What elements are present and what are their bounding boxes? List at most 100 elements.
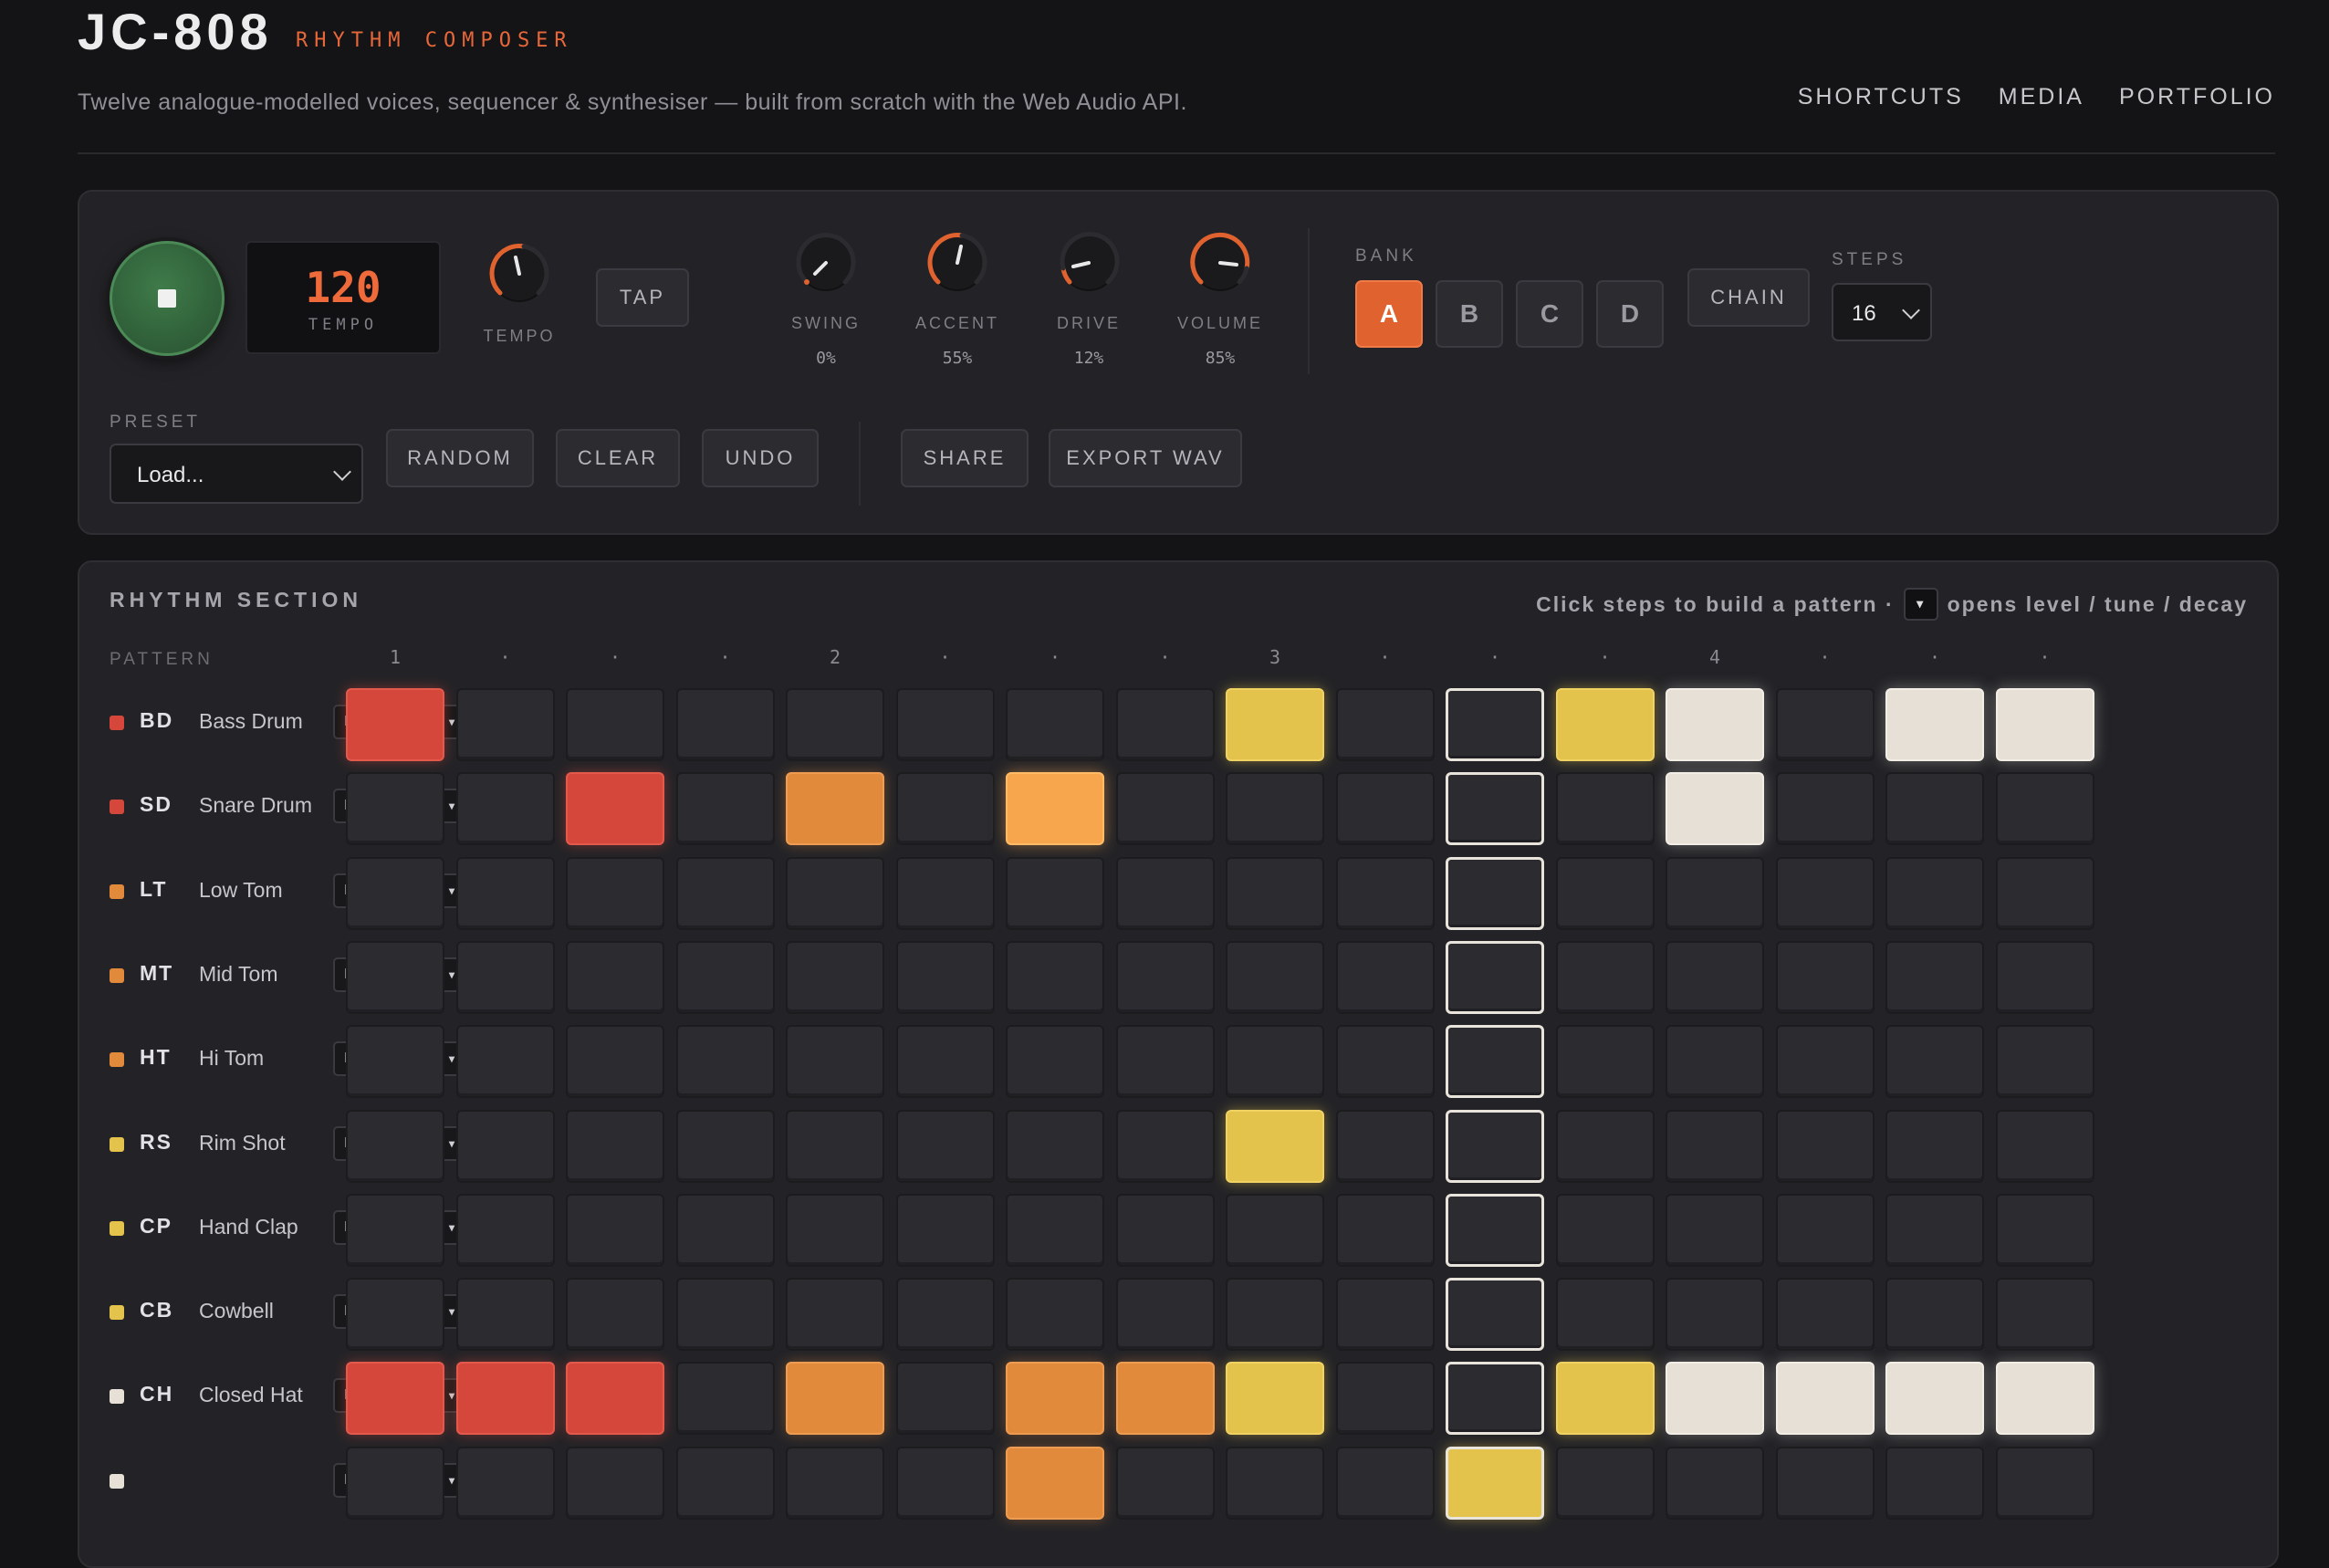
sequencer-step[interactable] xyxy=(1335,1193,1435,1267)
sequencer-step[interactable] xyxy=(1885,688,1984,761)
sequencer-step[interactable] xyxy=(675,856,775,930)
sequencer-step[interactable] xyxy=(1446,1278,1544,1352)
sequencer-step[interactable] xyxy=(1115,1025,1215,1099)
sequencer-step[interactable] xyxy=(1885,940,1984,1014)
undo-button[interactable]: UNDO xyxy=(702,429,819,487)
sequencer-step[interactable] xyxy=(1885,1446,1984,1520)
sequencer-step[interactable] xyxy=(1226,940,1324,1014)
sequencer-step[interactable] xyxy=(566,688,664,761)
sequencer-step[interactable] xyxy=(1446,688,1544,761)
sequencer-step[interactable] xyxy=(786,940,884,1014)
sequencer-step[interactable] xyxy=(1006,772,1104,846)
sequencer-step[interactable] xyxy=(675,1025,775,1099)
sequencer-step[interactable] xyxy=(1226,1109,1324,1183)
sequencer-step[interactable] xyxy=(455,1362,555,1436)
sequencer-step[interactable] xyxy=(455,856,555,930)
tap-button[interactable]: TAP xyxy=(596,268,689,327)
sequencer-step[interactable] xyxy=(1666,1109,1764,1183)
sequencer-step[interactable] xyxy=(786,1278,884,1352)
sequencer-step[interactable] xyxy=(1115,772,1215,846)
preset-select[interactable]: Load... xyxy=(110,444,363,504)
sequencer-step[interactable] xyxy=(1666,940,1764,1014)
sequencer-step[interactable] xyxy=(1006,1109,1104,1183)
sequencer-step[interactable] xyxy=(566,1193,664,1267)
sequencer-step[interactable] xyxy=(1995,1109,2094,1183)
sequencer-step[interactable] xyxy=(1666,1446,1764,1520)
sequencer-step[interactable] xyxy=(1885,1193,1984,1267)
sequencer-step[interactable] xyxy=(1885,1109,1984,1183)
bank-b-button[interactable]: B xyxy=(1436,280,1503,348)
sequencer-step[interactable] xyxy=(1885,772,1984,846)
sequencer-step[interactable] xyxy=(1335,1025,1435,1099)
sequencer-step[interactable] xyxy=(895,940,995,1014)
sequencer-step[interactable] xyxy=(1446,856,1544,930)
sequencer-step[interactable] xyxy=(1775,1446,1875,1520)
sequencer-step[interactable] xyxy=(1335,772,1435,846)
sequencer-step[interactable] xyxy=(1006,1446,1104,1520)
sequencer-step[interactable] xyxy=(1446,1446,1544,1520)
sequencer-step[interactable] xyxy=(346,1193,444,1267)
sequencer-step[interactable] xyxy=(566,1362,664,1436)
sequencer-step[interactable] xyxy=(1666,1193,1764,1267)
sequencer-step[interactable] xyxy=(455,688,555,761)
sequencer-step[interactable] xyxy=(1995,1025,2094,1099)
sequencer-step[interactable] xyxy=(1555,688,1655,761)
sequencer-step[interactable] xyxy=(455,1025,555,1099)
sequencer-step[interactable] xyxy=(675,1362,775,1436)
sequencer-step[interactable] xyxy=(1006,1278,1104,1352)
nav-portfolio[interactable]: PORTFOLIO xyxy=(2119,84,2275,110)
sequencer-step[interactable] xyxy=(1885,1278,1984,1352)
sequencer-step[interactable] xyxy=(1115,688,1215,761)
sequencer-step[interactable] xyxy=(346,1025,444,1099)
sequencer-step[interactable] xyxy=(1115,1278,1215,1352)
sequencer-step[interactable] xyxy=(1775,1109,1875,1183)
sequencer-step[interactable] xyxy=(1775,688,1875,761)
random-button[interactable]: RANDOM xyxy=(386,429,534,487)
sequencer-step[interactable] xyxy=(895,1278,995,1352)
sequencer-step[interactable] xyxy=(455,1193,555,1267)
sequencer-step[interactable] xyxy=(1446,940,1544,1014)
sequencer-step[interactable] xyxy=(346,1109,444,1183)
export-wav-button[interactable]: EXPORT WAV xyxy=(1049,429,1242,487)
sequencer-step[interactable] xyxy=(455,940,555,1014)
sequencer-step[interactable] xyxy=(1006,1193,1104,1267)
sequencer-step[interactable] xyxy=(1006,1025,1104,1099)
sequencer-step[interactable] xyxy=(1995,856,2094,930)
sequencer-step[interactable] xyxy=(1335,1278,1435,1352)
sequencer-step[interactable] xyxy=(1555,1109,1655,1183)
sequencer-step[interactable] xyxy=(1666,688,1764,761)
sequencer-step[interactable] xyxy=(566,772,664,846)
sequencer-step[interactable] xyxy=(1885,1025,1984,1099)
sequencer-step[interactable] xyxy=(895,1362,995,1436)
sequencer-step[interactable] xyxy=(455,772,555,846)
chain-button[interactable]: CHAIN xyxy=(1687,268,1810,327)
bank-a-button[interactable]: A xyxy=(1355,280,1423,348)
sequencer-step[interactable] xyxy=(1446,1193,1544,1267)
sequencer-step[interactable] xyxy=(1115,856,1215,930)
sequencer-step[interactable] xyxy=(1775,1025,1875,1099)
swing-knob[interactable] xyxy=(788,225,864,301)
sequencer-step[interactable] xyxy=(1226,1278,1324,1352)
sequencer-step[interactable] xyxy=(1446,1025,1544,1099)
sequencer-step[interactable] xyxy=(1115,1193,1215,1267)
sequencer-step[interactable] xyxy=(1995,772,2094,846)
sequencer-step[interactable] xyxy=(1775,1278,1875,1352)
sequencer-step[interactable] xyxy=(346,1278,444,1352)
nav-media[interactable]: MEDIA xyxy=(1999,84,2084,110)
sequencer-step[interactable] xyxy=(1226,688,1324,761)
sequencer-step[interactable] xyxy=(1885,856,1984,930)
sequencer-step[interactable] xyxy=(1226,1446,1324,1520)
sequencer-step[interactable] xyxy=(1006,688,1104,761)
sequencer-step[interactable] xyxy=(1115,1446,1215,1520)
sequencer-step[interactable] xyxy=(1335,940,1435,1014)
sequencer-step[interactable] xyxy=(1446,1109,1544,1183)
sequencer-step[interactable] xyxy=(346,940,444,1014)
sequencer-step[interactable] xyxy=(566,1025,664,1099)
sequencer-step[interactable] xyxy=(786,856,884,930)
sequencer-step[interactable] xyxy=(1666,1025,1764,1099)
sequencer-step[interactable] xyxy=(1335,1109,1435,1183)
sequencer-step[interactable] xyxy=(675,1278,775,1352)
sequencer-step[interactable] xyxy=(1226,1362,1324,1436)
sequencer-step[interactable] xyxy=(1666,1278,1764,1352)
sequencer-step[interactable] xyxy=(1775,1193,1875,1267)
